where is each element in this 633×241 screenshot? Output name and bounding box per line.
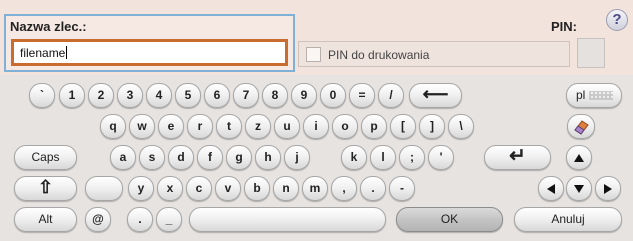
language-key[interactable]: pl bbox=[566, 83, 622, 108]
key[interactable]: k bbox=[341, 145, 367, 170]
help-button[interactable]: ? bbox=[606, 9, 628, 31]
key[interactable]: 3 bbox=[117, 83, 143, 108]
key[interactable]: w bbox=[129, 114, 155, 139]
key[interactable]: ` bbox=[29, 83, 55, 108]
pin-input[interactable] bbox=[577, 38, 605, 68]
backspace-key[interactable]: ⟵ bbox=[409, 83, 462, 108]
caps-key[interactable]: Caps bbox=[14, 145, 77, 170]
key[interactable]: = bbox=[349, 83, 375, 108]
arrow-right-icon bbox=[604, 183, 612, 194]
keyboard-grid-icon bbox=[589, 91, 614, 101]
key[interactable]: 2 bbox=[88, 83, 114, 108]
job-name-value: filename bbox=[20, 46, 66, 60]
key[interactable]: ' bbox=[428, 145, 454, 170]
key[interactable]: x bbox=[157, 176, 183, 201]
key[interactable]: ; bbox=[399, 145, 425, 170]
key[interactable]: - bbox=[389, 176, 415, 201]
alt-key[interactable]: Alt bbox=[14, 207, 77, 232]
key[interactable]: 6 bbox=[204, 83, 230, 108]
key[interactable]: . bbox=[360, 176, 386, 201]
virtual-keyboard: ` 1 2 3 4 5 6 7 8 9 0 = / ⟵ pl q w e r t… bbox=[0, 75, 633, 241]
key[interactable]: . bbox=[127, 207, 153, 232]
key[interactable]: , bbox=[331, 176, 357, 201]
key[interactable]: i bbox=[303, 114, 329, 139]
arrow-down-icon bbox=[574, 184, 584, 193]
key[interactable] bbox=[85, 176, 123, 201]
key[interactable]: l bbox=[370, 145, 396, 170]
key[interactable]: 8 bbox=[262, 83, 288, 108]
keyboard-row-1: ` 1 2 3 4 5 6 7 8 9 0 = / ⟵ pl bbox=[0, 83, 633, 108]
key[interactable]: 1 bbox=[59, 83, 85, 108]
cancel-button[interactable]: Anuluj bbox=[514, 207, 622, 232]
arrow-right-key[interactable] bbox=[595, 176, 621, 201]
keyboard-row-5: Alt @ . _ OK Anuluj bbox=[0, 207, 633, 232]
print-pin-checkbox[interactable] bbox=[306, 47, 321, 62]
keyboard-row-4: ⇧ y x c v b n m , . - bbox=[0, 176, 633, 201]
key[interactable]: [ bbox=[390, 114, 416, 139]
key[interactable]: t bbox=[216, 114, 242, 139]
space-key[interactable] bbox=[189, 207, 386, 232]
language-label: pl bbox=[576, 88, 586, 102]
keyboard-row-2: q w e r t z u i o p [ ] \ bbox=[0, 114, 633, 139]
key[interactable]: \ bbox=[448, 114, 474, 139]
key[interactable]: s bbox=[139, 145, 165, 170]
key[interactable]: z bbox=[245, 114, 271, 139]
key[interactable]: e bbox=[158, 114, 184, 139]
key[interactable]: m bbox=[302, 176, 328, 201]
enter-icon: ↵ bbox=[509, 145, 526, 167]
key[interactable]: a bbox=[110, 145, 136, 170]
backspace-icon: ⟵ bbox=[422, 84, 449, 104]
eraser-icon bbox=[574, 120, 589, 135]
key[interactable]: q bbox=[100, 114, 126, 139]
pin-label: PIN: bbox=[551, 19, 577, 34]
job-name-panel: Nazwa zlec.: filename PIN do drukowania … bbox=[0, 0, 633, 75]
key[interactable]: b bbox=[244, 176, 270, 201]
key[interactable]: h bbox=[255, 145, 281, 170]
job-name-group: Nazwa zlec.: filename bbox=[4, 14, 295, 72]
job-name-label: Nazwa zlec.: bbox=[10, 19, 87, 34]
key[interactable]: g bbox=[226, 145, 252, 170]
key[interactable]: _ bbox=[156, 207, 182, 232]
key[interactable]: u bbox=[274, 114, 300, 139]
key[interactable]: y bbox=[128, 176, 154, 201]
text-caret bbox=[66, 46, 68, 59]
key[interactable]: 4 bbox=[146, 83, 172, 108]
key[interactable]: p bbox=[361, 114, 387, 139]
key[interactable]: d bbox=[168, 145, 194, 170]
keyboard-row-3: Caps a s d f g h j k l ; ' ↵ bbox=[0, 145, 633, 170]
key[interactable]: r bbox=[187, 114, 213, 139]
shift-icon: ⇧ bbox=[37, 177, 54, 197]
print-pin-checkbox-label: PIN do drukowania bbox=[328, 48, 430, 62]
key[interactable]: 7 bbox=[233, 83, 259, 108]
arrow-up-key[interactable] bbox=[566, 145, 592, 170]
ok-button[interactable]: OK bbox=[396, 207, 503, 232]
key[interactable]: 5 bbox=[175, 83, 201, 108]
key[interactable]: n bbox=[273, 176, 299, 201]
arrow-down-key[interactable] bbox=[566, 176, 592, 201]
key[interactable]: v bbox=[215, 176, 241, 201]
job-name-input[interactable]: filename bbox=[11, 39, 288, 66]
clear-key[interactable] bbox=[567, 114, 595, 139]
key[interactable]: o bbox=[332, 114, 358, 139]
key[interactable]: / bbox=[378, 83, 404, 108]
key[interactable]: 0 bbox=[320, 83, 346, 108]
key[interactable]: 9 bbox=[291, 83, 317, 108]
arrow-left-icon bbox=[547, 183, 555, 194]
arrow-up-icon bbox=[574, 153, 584, 162]
key[interactable]: ] bbox=[419, 114, 445, 139]
key[interactable]: j bbox=[284, 145, 310, 170]
enter-key[interactable]: ↵ bbox=[484, 145, 551, 170]
arrow-left-key[interactable] bbox=[538, 176, 564, 201]
key[interactable]: @ bbox=[85, 207, 111, 232]
shift-key[interactable]: ⇧ bbox=[14, 176, 77, 201]
key[interactable]: f bbox=[197, 145, 223, 170]
print-pin-checkbox-row[interactable]: PIN do drukowania bbox=[298, 41, 570, 67]
key[interactable]: c bbox=[186, 176, 212, 201]
